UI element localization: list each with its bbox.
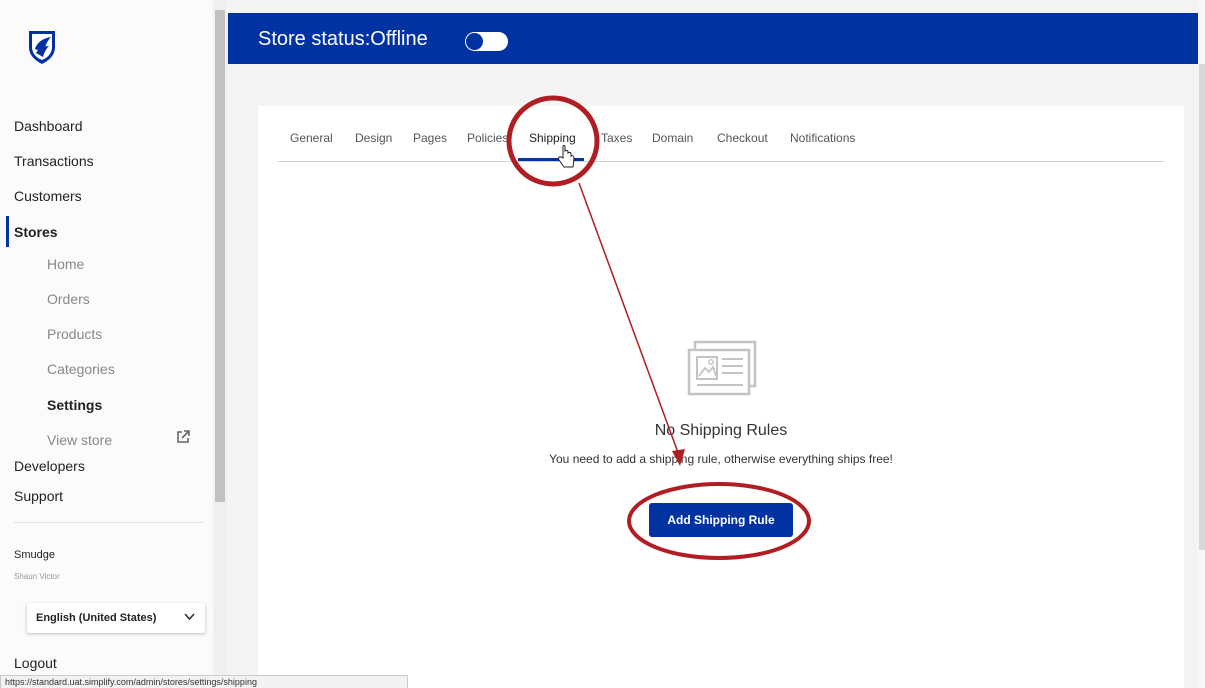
nav-transactions[interactable]: Transactions <box>14 153 94 169</box>
tab-policies[interactable]: Policies <box>467 131 508 145</box>
store-status-title: Store status:Offline <box>258 28 428 50</box>
tab-checkout[interactable]: Checkout <box>717 131 768 145</box>
nav-view-store[interactable]: View store <box>47 432 112 448</box>
logout-link[interactable]: Logout <box>14 655 57 671</box>
active-indicator <box>6 216 9 247</box>
active-tab-underline <box>518 158 584 161</box>
tab-shipping[interactable]: Shipping <box>529 131 576 145</box>
tab-domain[interactable]: Domain <box>652 131 693 145</box>
shield-logo-icon[interactable] <box>27 29 57 65</box>
add-shipping-rule-button[interactable]: Add Shipping Rule <box>649 503 793 537</box>
document-image-icon <box>687 340 757 396</box>
settings-tabs: General Design Pages Policies Shipping T… <box>278 106 1164 162</box>
tab-pages[interactable]: Pages <box>413 131 447 145</box>
empty-state-description: You need to add a shipping rule, otherwi… <box>549 452 893 466</box>
browser-status-bar: https://standard.uat.simplify.com/admin/… <box>0 675 408 688</box>
nav-customers[interactable]: Customers <box>14 188 82 204</box>
nav-stores-home[interactable]: Home <box>47 256 84 272</box>
language-value: English (United States) <box>36 612 157 624</box>
user-name: Smudge <box>14 549 55 561</box>
main-scrollbar[interactable] <box>1198 0 1205 688</box>
nav-developers[interactable]: Developers <box>14 458 85 474</box>
tab-notifications[interactable]: Notifications <box>790 131 855 145</box>
user-subtitle: Shaun Victor <box>14 572 60 581</box>
main-scroll-thumb[interactable] <box>1199 64 1205 550</box>
nav-stores-categories[interactable]: Categories <box>47 361 115 377</box>
nav-stores-settings[interactable]: Settings <box>47 397 102 413</box>
language-select[interactable]: English (United States) <box>27 603 205 633</box>
sidebar-divider <box>14 522 204 523</box>
tab-design[interactable]: Design <box>355 131 392 145</box>
nav-dashboard[interactable]: Dashboard <box>14 118 83 134</box>
nav-stores[interactable]: Stores <box>14 224 58 240</box>
store-status-toggle[interactable] <box>465 32 508 51</box>
toggle-knob <box>466 33 483 50</box>
chevron-down-icon <box>184 613 195 621</box>
store-header: Store status:Offline <box>228 13 1198 64</box>
tab-general[interactable]: General <box>290 131 333 145</box>
empty-state-title: No Shipping Rules <box>654 422 788 439</box>
nav-support[interactable]: Support <box>14 488 63 504</box>
sidebar-scroll-thumb[interactable] <box>215 10 225 502</box>
sidebar-scrollbar[interactable] <box>213 0 227 688</box>
settings-card: General Design Pages Policies Shipping T… <box>258 106 1184 688</box>
sidebar: Dashboard Transactions Customers Stores … <box>0 0 213 688</box>
tab-taxes[interactable]: Taxes <box>601 131 632 145</box>
nav-stores-products[interactable]: Products <box>47 326 102 342</box>
external-link-icon[interactable] <box>176 430 190 444</box>
nav-stores-orders[interactable]: Orders <box>47 291 90 307</box>
